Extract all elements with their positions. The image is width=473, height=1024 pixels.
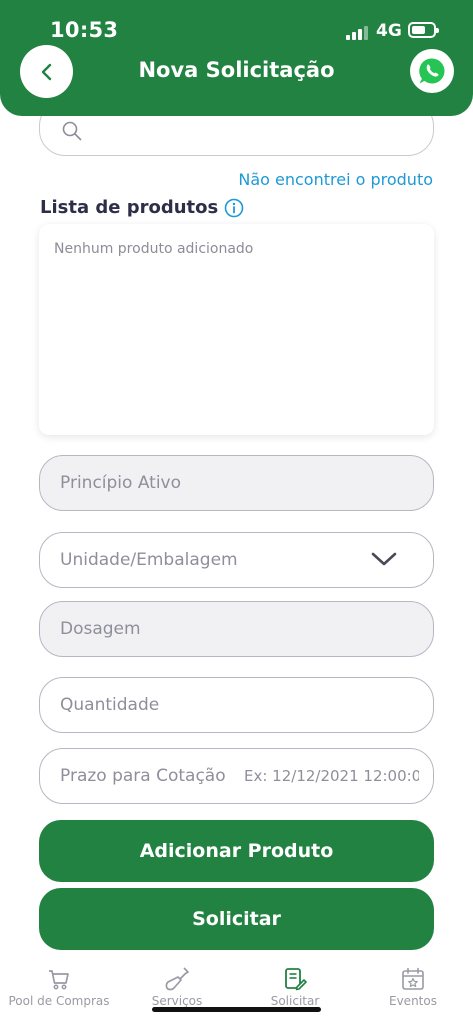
page-title: Nova Solicitação [138, 58, 335, 82]
nav-label-servicos: Serviços [151, 994, 203, 1008]
unidade-embalagem-select[interactable]: Unidade/Embalagem [39, 532, 434, 588]
signal-icon [346, 26, 370, 40]
dosagem-label: Dosagem [60, 619, 141, 639]
nav-item-pool-compras[interactable]: Pool de Compras [0, 966, 118, 1008]
whatsapp-icon [419, 58, 445, 84]
unidade-embalagem-label: Unidade/Embalagem [60, 550, 238, 570]
submit-request-button[interactable]: Solicitar [39, 888, 434, 950]
product-list-title: Lista de produtos [40, 197, 219, 218]
calendar-star-icon [402, 967, 424, 990]
edit-document-icon [285, 968, 307, 991]
battery-icon [408, 22, 439, 38]
whatsapp-button[interactable] [410, 49, 454, 93]
bottom-navigation: Pool de Compras Serviços Solicitar Event… [0, 958, 473, 1024]
nav-label-pool-compras: Pool de Compras [8, 994, 110, 1008]
product-list-panel: Nenhum produto adicionado [39, 224, 434, 435]
empty-product-list-text: Nenhum produto adicionado [54, 241, 254, 257]
principio-ativo-field[interactable]: Princípio Ativo [39, 455, 434, 511]
quantidade-field[interactable]: Quantidade [39, 677, 434, 733]
network-type: 4G [376, 21, 402, 41]
info-icon[interactable] [224, 198, 244, 218]
prazo-cotacao-label: Prazo para Cotação [60, 766, 226, 786]
chevron-down-icon [371, 552, 397, 566]
prazo-cotacao-hint: Ex: 12/12/2021 12:00:00 [244, 767, 419, 785]
not-found-product-link[interactable]: Não encontrei o produto [238, 170, 433, 189]
search-icon [62, 121, 82, 141]
home-indicator [152, 1007, 321, 1012]
status-time: 10:53 [50, 18, 119, 42]
status-bar: 10:53 4G [0, 0, 473, 56]
nav-item-eventos[interactable]: Eventos [354, 966, 472, 1008]
add-product-button[interactable]: Adicionar Produto [39, 820, 434, 882]
principio-ativo-label: Princípio Ativo [60, 473, 182, 493]
dosagem-field[interactable]: Dosagem [39, 601, 434, 657]
nav-label-eventos: Eventos [389, 994, 437, 1008]
nav-item-servicos[interactable]: Serviços [118, 966, 236, 1008]
cart-icon [49, 970, 69, 990]
nav-item-solicitar[interactable]: Solicitar [236, 966, 354, 1008]
shovel-icon [165, 967, 189, 991]
nav-label-solicitar: Solicitar [270, 994, 320, 1008]
search-input[interactable] [96, 119, 416, 149]
quantidade-label: Quantidade [60, 695, 160, 715]
app-header: 10:53 4G Nova Solicitação [0, 0, 473, 116]
prazo-cotacao-field[interactable]: Prazo para Cotação Ex: 12/12/2021 12:00:… [39, 748, 434, 804]
